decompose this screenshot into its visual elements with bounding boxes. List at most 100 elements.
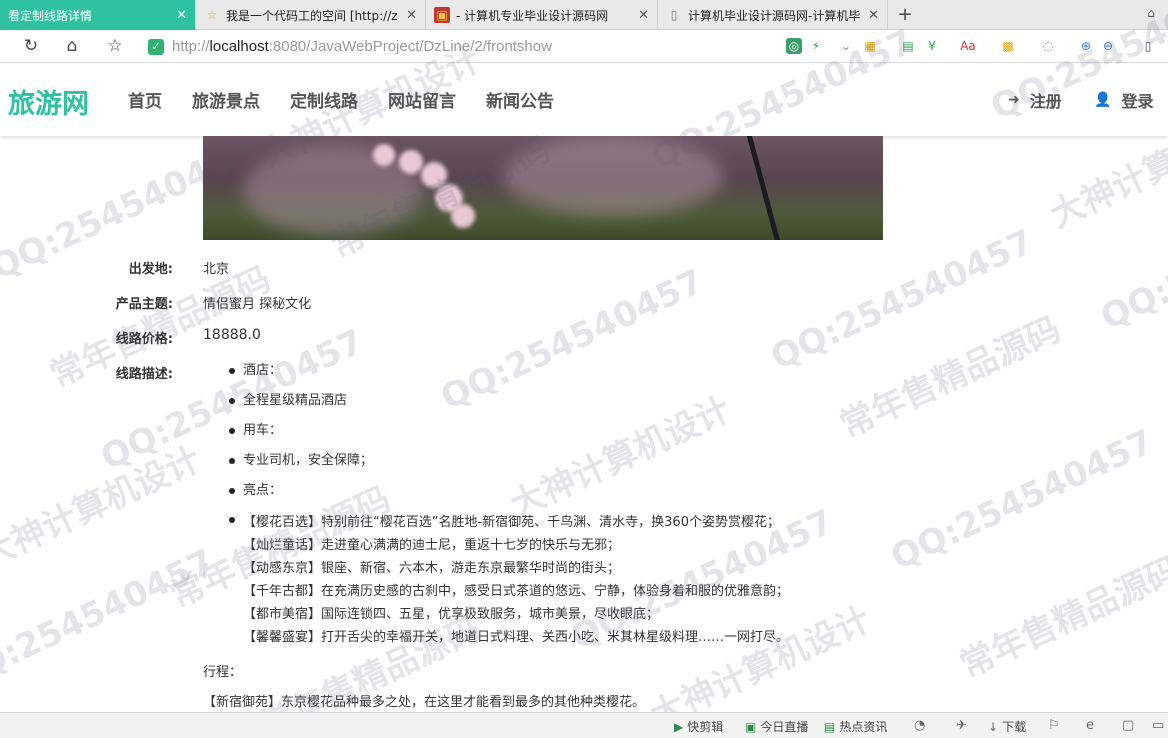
tab-route-detail[interactable]: 看定制线路详情 ✕ [0,0,196,30]
url-text[interactable]: http://localhost:8080/JavaWebProject/DzL… [172,38,552,55]
itinerary-first-line: 【新宿御苑】东京樱花品种最多之处，在这里才能看到最多的其他种类樱花。 [203,695,646,710]
main-menu: 首页 旅游景点 定制线路 网站留言 新闻公告 [128,87,554,112]
pdf-icon[interactable]: Aa [960,38,976,54]
theme-value: 情侣蜜月 探秘文化 [203,297,312,312]
site-icon: ▣ [434,7,450,23]
user-icon: 👤 [1094,92,1112,108]
description-list: 酒店： 全程星级精品酒店 用车： 专业司机，安全保障； 亮点： 【樱花百选】特别… [203,362,863,649]
translate-icon[interactable]: ⚐ [1048,718,1060,733]
menu-item-custom-routes[interactable]: 定制线路 [290,87,358,112]
highlight-line: 【千年古都】在充满历史感的古刹中，感受日式茶道的悠远、宁静，体验身着和服的优雅意… [243,584,790,599]
tab-label: 计算机毕业设计源码网-计算机毕 [688,8,861,23]
browser-tab-strip: 看定制线路详情 ✕ ☆ 我是一个代码工的空间 [http://z ✕ ▣ - 计… [0,0,1168,30]
tab-label: 我是一个代码工的空间 [http://z [226,8,398,23]
register-link[interactable]: ➜ 注册 [1008,88,1062,112]
live-today-button[interactable]: ▣ 今日直播 [745,718,808,735]
browser-status-bar: ▶ 快剪辑 ▣ 今日直播 ▤ 热点资讯 ◔ ✈ ↓ 下载 ⚐ e ▢ ▭ [0,712,1168,738]
wallet-icon[interactable]: ¥ [924,38,940,54]
tab-label: 看定制线路详情 [8,8,93,23]
highlight-line: 【樱花百选】特别前往“樱花百选”名胜地-新宿御苑、千鸟渊、清水寺，换360个姿势… [243,515,780,530]
route-banner-image [203,136,883,240]
status-label: 热点资讯 [839,720,888,734]
login-label: 登录 [1121,92,1154,111]
tab-code-space[interactable]: ☆ 我是一个代码工的空间 [http://z ✕ [196,0,426,30]
highlights-item: 【樱花百选】特别前往“樱花百选”名胜地-新宿御苑、千鸟渊、清水寺，换360个姿势… [203,511,863,649]
departure-label: 出发地: [128,262,173,277]
close-icon[interactable]: ✕ [406,8,417,23]
apps-icon[interactable]: ▦ [862,38,878,54]
register-label: 注册 [1029,92,1062,111]
watermark-text: QQ:254540457 [884,421,1160,579]
ie-icon[interactable]: e [1086,718,1094,733]
page-icon: ▯ [670,8,678,22]
bookmark-star-icon[interactable]: ☆ [104,35,126,57]
close-icon[interactable]: ✕ [868,8,879,23]
phone-icon[interactable]: ▯ [1140,38,1156,54]
quick-clip-button[interactable]: ▶ 快剪辑 [674,718,723,735]
book-icon[interactable]: ▤ [900,38,916,54]
description-label: 线路描述: [115,367,173,382]
hot-news-button[interactable]: ▤ 热点资讯 [824,718,887,735]
tool-icon[interactable]: ✈ [956,718,967,733]
sign-in-icon: ➜ [1008,92,1020,108]
close-icon[interactable]: ✕ [638,8,649,23]
list-item: 全程星级精品酒店 [203,392,863,422]
menu-item-home[interactable]: 首页 [128,87,162,112]
list-item: 亮点： [203,482,863,512]
menu-item-scenic-spots[interactable]: 旅游景点 [192,87,260,112]
site-header: 旅游网 首页 旅游景点 定制线路 网站留言 新闻公告 ➜ 注册 👤 登录 [0,64,1168,136]
departure-value: 北京 [203,262,230,277]
watermark-text: 常年售精品源码 [954,549,1168,687]
star-icon: ☆ [206,8,218,22]
site-logo[interactable]: 旅游网 [8,82,89,121]
status-label: 快剪辑 [687,720,724,734]
zoom-out-icon[interactable]: ⊖ [1100,38,1116,54]
highlight-line: 【动感东京】银座、新宿、六本木，游走东京最繁华时尚的街头； [243,561,621,576]
watermark-text: QQ:254540457 [0,541,220,699]
watermark-text: 常年售精品源码 [834,309,1067,447]
status-label: 下载 [1002,720,1027,734]
lightning-icon[interactable]: ⚡ [808,38,824,54]
game-icon[interactable]: ◌ [1040,38,1056,54]
watermark-text: 大神计算机设计 [0,439,207,577]
extension-icon[interactable]: ◎ [786,38,802,54]
screenshot-icon[interactable]: ▩ [1000,38,1016,54]
status-label: 今日直播 [760,720,809,734]
home-icon[interactable]: ⌂ [61,35,83,57]
close-icon[interactable]: ✕ [176,8,187,23]
tab-source-site[interactable]: ▣ - 计算机专业毕业设计源码网 ✕ [426,0,658,30]
tv-icon: ▣ [745,719,757,734]
list-item: 专业司机，安全保障； [203,452,863,482]
list-item: 用车： [203,422,863,452]
refresh-icon[interactable]: ↻ [20,35,42,57]
new-tab-button[interactable]: + [893,3,917,27]
shirt-icon[interactable]: ⌂ [1142,6,1160,24]
play-icon: ▶ [674,719,684,734]
theme-label: 产品主题: [115,297,173,312]
price-label: 线路价格: [115,332,173,347]
tab-source-site-2[interactable]: ▯ 计算机毕业设计源码网-计算机毕 ✕ [658,0,888,30]
zoom-icon[interactable]: ▭ [1152,718,1164,733]
shield-icon: ✓ [148,38,164,55]
chevron-down-icon[interactable]: ⌄ [838,38,854,54]
zoom-in-icon[interactable]: ⊕ [1078,38,1094,54]
menu-item-news[interactable]: 新闻公告 [486,87,554,112]
address-bar[interactable]: ✓ http://localhost:8080/JavaWebProject/D… [142,34,782,59]
download-icon: ↓ [988,719,999,734]
download-button[interactable]: ↓ 下载 [988,718,1026,735]
list-item: 酒店： [203,362,863,392]
highlight-line: 【都市美宿】国际连锁四、五星，优享极致服务，城市美景，尽收眼底； [243,607,660,622]
watermark-text: QQ:254540457 [764,221,1040,379]
speed-icon[interactable]: ◔ [914,718,925,733]
watermark-text: QQ:254540457 [1094,181,1168,339]
highlight-line: 【馨馨盛宴】打开舌尖的幸福开关，地道日式料理、关西小吃、米其林星级料理……一网打… [243,630,790,645]
itinerary-label: 行程： [203,665,243,680]
browser-toolbar: ↻ ⌂ ☆ ✓ http://localhost:8080/JavaWebPro… [0,30,1168,63]
window-icon[interactable]: ▢ [1122,718,1134,733]
menu-item-guestbook[interactable]: 网站留言 [388,87,456,112]
login-link[interactable]: 👤 登录 [1094,88,1153,112]
tab-label: - 计算机专业毕业设计源码网 [456,8,609,23]
news-icon: ▤ [824,719,836,734]
price-value: 18888.0 [203,327,261,343]
highlight-line: 【灿烂童话】走进童心满满的迪士尼，重返十七岁的快乐与无邪； [243,538,621,553]
